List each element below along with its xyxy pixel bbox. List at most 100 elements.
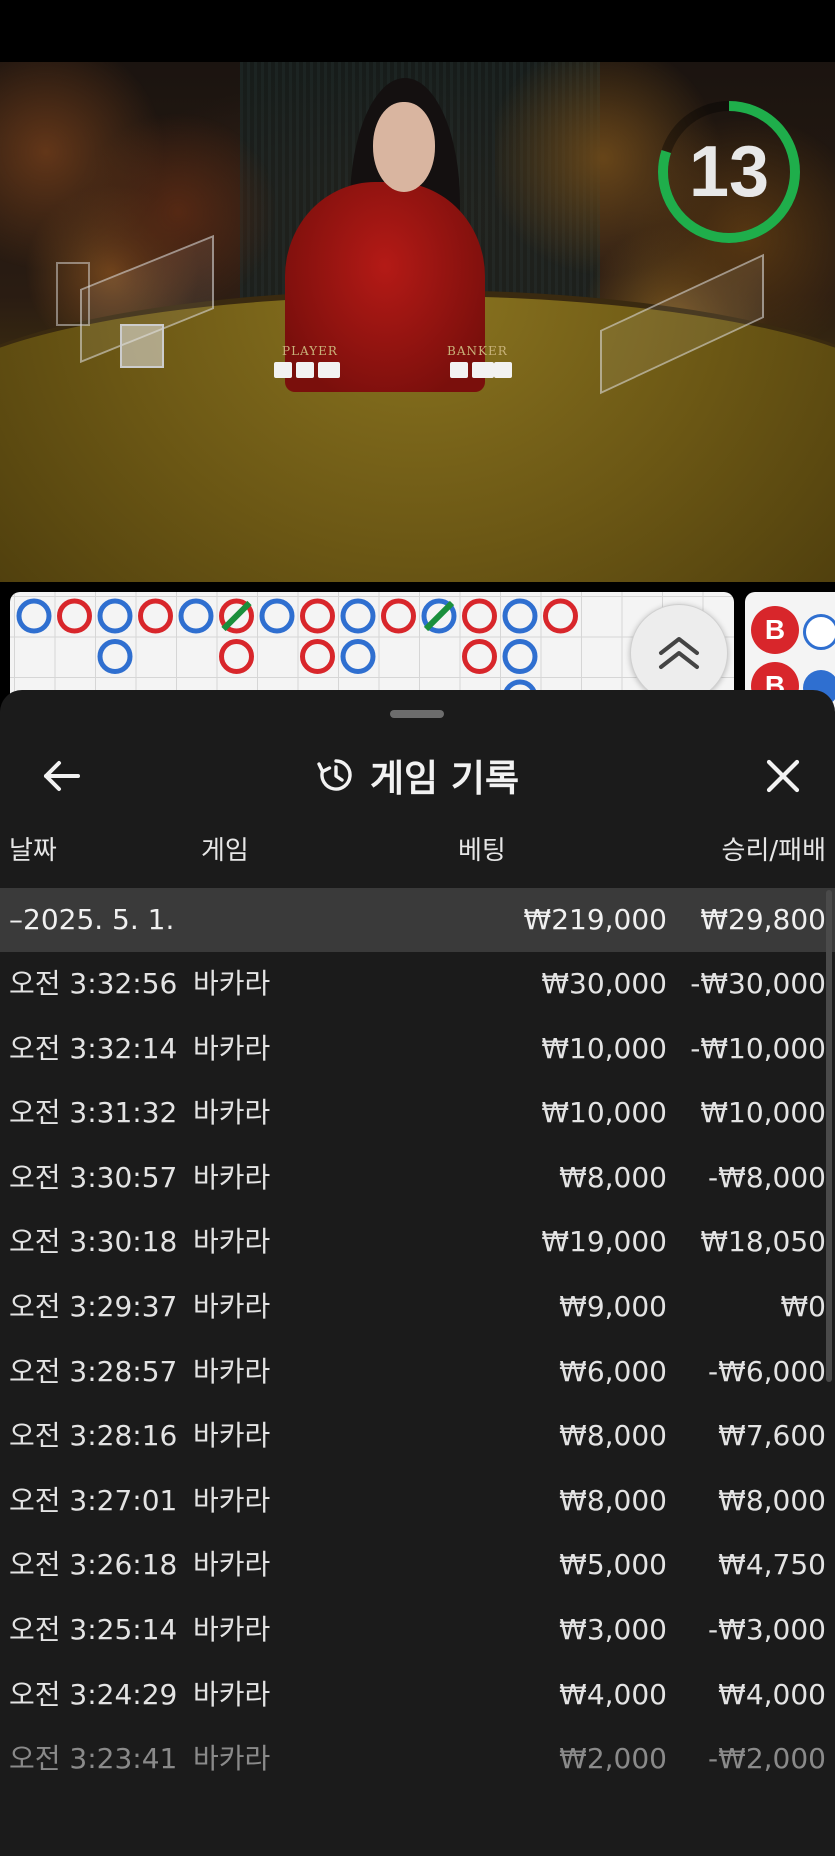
sheet-header: 게임 기록 [0, 730, 835, 820]
list-scrollbar[interactable] [826, 890, 832, 1382]
history-row-win-loss: -₩10,000 [690, 1031, 826, 1065]
history-row[interactable]: 오전 3:23:41 바카라 ₩2,000 -₩2,000 [0, 1727, 835, 1792]
banker-win-mark [300, 639, 335, 674]
history-row-game: 바카라 [193, 1742, 271, 1776]
scroll-up-button[interactable] [630, 604, 728, 702]
history-row[interactable]: 오전 3:31:32 바카라 ₩10,000 ₩10,000 [0, 1081, 835, 1146]
history-row-time: 오전 3:26:18 [9, 1548, 178, 1582]
player-card [274, 362, 292, 378]
history-row-time: 오전 3:28:16 [9, 1419, 178, 1453]
banker-win-mark [219, 639, 254, 674]
player-win-mark [178, 598, 214, 634]
game-history-sheet: 게임 기록 날짜 게임 베팅 승리/패배 –2025. 5. 1. ₩219,0… [0, 690, 835, 1856]
history-row-bet: ₩5,000 [559, 1548, 667, 1582]
history-row-game: 바카라 [193, 1419, 271, 1453]
banker-win-mark [381, 598, 416, 634]
history-row-game: 바카라 [193, 1096, 271, 1130]
history-row-game: 바카라 [193, 1031, 271, 1065]
history-row-game: 바카라 [193, 1677, 271, 1711]
history-row-time: 오전 3:27:01 [9, 1483, 178, 1517]
history-row[interactable]: 오전 3:27:01 바카라 ₩8,000 ₩8,000 [0, 1469, 835, 1534]
date-group-label: –2025. 5. 1. [9, 903, 175, 936]
banker-card [450, 362, 468, 378]
dealer [285, 182, 485, 392]
player-card [318, 362, 340, 378]
history-row-bet: ₩10,000 [541, 1096, 667, 1130]
banker-win-mark [462, 639, 497, 674]
close-icon [766, 759, 800, 793]
double-chevron-up-icon [659, 637, 699, 669]
history-row-win-loss: ₩8,000 [718, 1483, 826, 1517]
history-row-win-loss: -₩8,000 [708, 1160, 826, 1194]
date-group-win-loss-total: ₩29,800 [700, 903, 826, 936]
column-header-game[interactable]: 게임 [201, 825, 249, 877]
sheet-drag-handle[interactable] [390, 710, 444, 718]
history-row[interactable]: 오전 3:24:29 바카라 ₩4,000 ₩4,000 [0, 1663, 835, 1728]
banker-win-mark [543, 598, 578, 634]
history-row-bet: ₩10,000 [541, 1031, 667, 1065]
history-row-bet: ₩2,000 [559, 1742, 667, 1776]
banker-badge: B [751, 606, 799, 654]
history-row-win-loss: ₩0 [780, 1289, 827, 1323]
history-row-time: 오전 3:24:29 [9, 1677, 178, 1711]
back-button[interactable] [32, 746, 92, 806]
banker-win-mark [300, 598, 335, 634]
history-row-win-loss: -₩6,000 [708, 1354, 826, 1388]
countdown-timer: 13 [688, 132, 770, 212]
history-row-game: 바카라 [193, 967, 271, 1000]
status-bar [0, 0, 835, 62]
table-label-player: PLAYER [282, 344, 338, 358]
player-win-mark [340, 598, 376, 634]
sheet-title: 게임 기록 [369, 757, 520, 800]
history-row-bet: ₩19,000 [541, 1225, 667, 1259]
player-win-mark [259, 598, 295, 634]
history-row[interactable]: 오전 3:30:57 바카라 ₩8,000 -₩8,000 [0, 1146, 835, 1211]
history-row[interactable]: 오전 3:30:18 바카라 ₩19,000 ₩18,050 [0, 1210, 835, 1275]
player-dot [803, 614, 835, 650]
history-row[interactable]: 오전 3:26:18 바카라 ₩5,000 ₩4,750 [0, 1533, 835, 1598]
history-row-win-loss: ₩18,050 [700, 1225, 826, 1259]
history-row-bet: ₩9,000 [559, 1289, 667, 1323]
column-header-bet[interactable]: 베팅 [458, 825, 506, 877]
column-header-date[interactable]: 날짜 [9, 825, 57, 877]
player-win-mark [502, 598, 538, 634]
banker-card [494, 362, 512, 378]
history-row[interactable]: 오전 3:29:37 바카라 ₩9,000 ₩0 [0, 1275, 835, 1340]
history-row-time: 오전 3:25:14 [9, 1612, 178, 1646]
history-row-bet: ₩30,000 [541, 967, 667, 1000]
player-win-mark [97, 639, 133, 674]
player-win-mark [16, 598, 52, 634]
history-row-time: 오전 3:30:57 [9, 1160, 178, 1194]
history-row[interactable]: 오전 3:25:14 바카라 ₩3,000 -₩3,000 [0, 1598, 835, 1663]
table-label-banker: BANKER [447, 344, 508, 358]
history-row-win-loss: ₩7,600 [718, 1419, 826, 1453]
history-row-game: 바카라 [193, 1483, 271, 1517]
history-row-win-loss: ₩4,750 [718, 1548, 826, 1582]
history-icon [317, 759, 352, 791]
history-row-bet: ₩8,000 [559, 1419, 667, 1453]
card-box [120, 324, 164, 368]
history-row-game: 바카라 [193, 1225, 271, 1259]
history-row-game: 바카라 [193, 1160, 271, 1194]
player-card [296, 362, 314, 378]
history-row[interactable]: 오전 3:28:57 바카라 ₩6,000 -₩6,000 [0, 1340, 835, 1405]
close-button[interactable] [753, 746, 813, 806]
history-row-game: 바카라 [193, 1354, 271, 1388]
history-row-bet: ₩4,000 [559, 1677, 667, 1711]
history-row[interactable]: 오전 3:32:56 바카라 ₩30,000 -₩30,000 [0, 952, 835, 1017]
history-row-bet: ₩8,000 [559, 1160, 667, 1194]
player-win-mark [502, 639, 538, 674]
arrow-left-icon [44, 761, 80, 791]
player-win-mark [97, 598, 133, 634]
column-header-win-loss[interactable]: 승리/패배 [722, 825, 826, 877]
banker-win-mark [57, 598, 92, 634]
history-row-bet: ₩3,000 [559, 1612, 667, 1646]
history-row-bet: ₩8,000 [559, 1483, 667, 1517]
history-row[interactable]: 오전 3:28:16 바카라 ₩8,000 ₩7,600 [0, 1404, 835, 1469]
history-row[interactable]: 오전 3:32:14 바카라 ₩10,000 -₩10,000 [0, 1017, 835, 1082]
player-win-mark [340, 639, 376, 674]
history-row-win-loss: ₩4,000 [718, 1677, 826, 1711]
date-group-row[interactable]: –2025. 5. 1. ₩219,000 ₩29,800 [0, 888, 835, 952]
column-headers: 날짜 게임 베팅 승리/패배 [0, 825, 835, 877]
history-row-game: 바카라 [193, 1548, 271, 1582]
